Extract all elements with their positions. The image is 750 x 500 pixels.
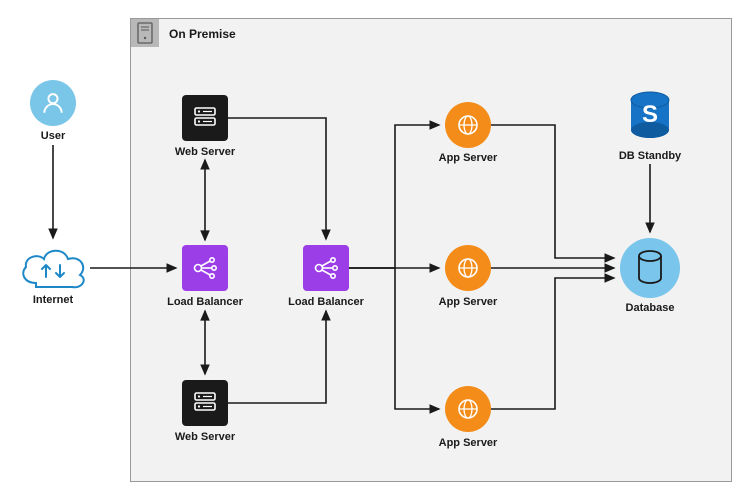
- user-icon: [40, 90, 66, 116]
- load-balancer-1-label: Load Balancer: [160, 296, 250, 308]
- db-standby-label: DB Standby: [605, 150, 695, 162]
- load-balancer-icon: [190, 253, 220, 283]
- diagram-canvas: On Premise User Internet Load Balancer: [0, 0, 750, 500]
- server-icon: [131, 19, 159, 47]
- load-balancer-2-label: Load Balancer: [281, 296, 371, 308]
- db-standby-node: S: [625, 90, 675, 146]
- web-server-2-node: [182, 380, 228, 426]
- app-server-icon: [455, 112, 481, 138]
- database-icon: [635, 250, 665, 286]
- user-node: [30, 80, 76, 126]
- server-icon: [191, 104, 219, 132]
- load-balancer-icon: [311, 253, 341, 283]
- svg-text:S: S: [642, 101, 658, 128]
- internet-label: Internet: [8, 294, 98, 306]
- web-server-2-label: Web Server: [160, 431, 250, 443]
- app-server-1-label: App Server: [423, 152, 513, 164]
- load-balancer-2-node: [303, 245, 349, 291]
- app-server-icon: [455, 396, 481, 422]
- db-standby-icon: S: [625, 90, 675, 146]
- app-server-2-label: App Server: [423, 296, 513, 308]
- web-server-1-label: Web Server: [160, 146, 250, 158]
- server-icon: [191, 389, 219, 417]
- app-server-icon: [455, 255, 481, 281]
- user-label: User: [8, 130, 98, 142]
- database-node: [620, 238, 680, 298]
- app-server-1-node: [445, 102, 491, 148]
- app-server-3-node: [445, 386, 491, 432]
- on-premise-title: On Premise: [169, 27, 236, 41]
- app-server-2-node: [445, 245, 491, 291]
- internet-node: [16, 243, 90, 293]
- load-balancer-1-node: [182, 245, 228, 291]
- database-label: Database: [605, 302, 695, 314]
- cloud-icon: [16, 243, 90, 293]
- app-server-3-label: App Server: [423, 437, 513, 449]
- web-server-1-node: [182, 95, 228, 141]
